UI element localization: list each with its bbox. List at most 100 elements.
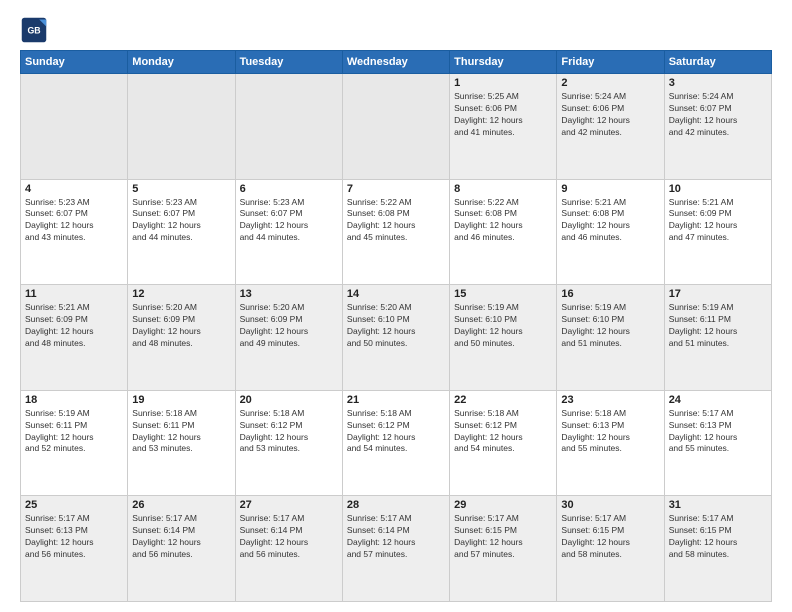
day-info: Sunrise: 5:18 AM Sunset: 6:12 PM Dayligh…	[454, 408, 552, 456]
calendar-cell: 21Sunrise: 5:18 AM Sunset: 6:12 PM Dayli…	[342, 390, 449, 496]
calendar-table: SundayMondayTuesdayWednesdayThursdayFrid…	[20, 50, 772, 602]
calendar-cell: 26 Sunrise: 5:17 AM Sunset: 6:14 PM Dayli…	[128, 496, 235, 602]
calendar-cell: 27 Sunrise: 5:17 AM Sunset: 6:14 PM Dayli…	[235, 496, 342, 602]
day-info: Sunrise: 5:17 AM Sunset: 6:15 PM Dayligh…	[669, 513, 767, 561]
day-info: Sunrise: 5:20 AM Sunset: 6:09 PM Dayligh…	[240, 302, 338, 350]
day-number: 24	[669, 394, 767, 406]
day-info: Sunrise: 5:23 AM Sunset: 6:07 PM Dayligh…	[25, 197, 123, 245]
day-info: Sunrise: 5:18 AM Sunset: 6:12 PM Dayligh…	[240, 408, 338, 456]
weekday-header-saturday: Saturday	[664, 51, 771, 74]
day-number: 12	[132, 288, 230, 300]
day-number: 1	[454, 77, 552, 89]
calendar-week-row: 1 Sunrise: 5:25 AM Sunset: 6:06 PM Daylig…	[21, 74, 772, 180]
day-info: Sunrise: 5:24 AM Sunset: 6:06 PM Dayligh…	[561, 91, 659, 139]
day-info: Sunrise: 5:22 AM Sunset: 6:08 PM Dayligh…	[347, 197, 445, 245]
day-info: Sunrise: 5:19 AM Sunset: 6:11 PM Dayligh…	[669, 302, 767, 350]
header: GB	[20, 16, 772, 44]
day-info: Sunrise: 5:17 AM Sunset: 6:14 PM Dayligh…	[240, 513, 338, 561]
day-info: Sunrise: 5:19 AM Sunset: 6:11 PM Dayligh…	[25, 408, 123, 456]
day-number: 26	[132, 499, 230, 511]
day-info: Sunrise: 5:17 AM Sunset: 6:13 PM Dayligh…	[669, 408, 767, 456]
day-number: 31	[669, 499, 767, 511]
day-info: Sunrise: 5:21 AM Sunset: 6:08 PM Dayligh…	[561, 197, 659, 245]
day-number: 18	[25, 394, 123, 406]
day-info: Sunrise: 5:20 AM Sunset: 6:10 PM Dayligh…	[347, 302, 445, 350]
day-number: 5	[132, 183, 230, 195]
day-number: 28	[347, 499, 445, 511]
weekday-header-sunday: Sunday	[21, 51, 128, 74]
calendar-cell: 8Sunrise: 5:22 AM Sunset: 6:08 PM Daylig…	[450, 179, 557, 285]
day-info: Sunrise: 5:18 AM Sunset: 6:11 PM Dayligh…	[132, 408, 230, 456]
calendar-cell: 14 Sunrise: 5:20 AM Sunset: 6:10 PM Dayli…	[342, 285, 449, 391]
day-number: 17	[669, 288, 767, 300]
calendar-cell: 20Sunrise: 5:18 AM Sunset: 6:12 PM Dayli…	[235, 390, 342, 496]
day-info: Sunrise: 5:17 AM Sunset: 6:13 PM Dayligh…	[25, 513, 123, 561]
day-info: Sunrise: 5:25 AM Sunset: 6:06 PM Dayligh…	[454, 91, 552, 139]
calendar-cell: 3 Sunrise: 5:24 AM Sunset: 6:07 PM Daylig…	[664, 74, 771, 180]
day-number: 30	[561, 499, 659, 511]
day-number: 9	[561, 183, 659, 195]
day-number: 21	[347, 394, 445, 406]
calendar-cell: 7 Sunrise: 5:22 AM Sunset: 6:08 PM Daylig…	[342, 179, 449, 285]
calendar-cell: 29 Sunrise: 5:17 AM Sunset: 6:15 PM Dayli…	[450, 496, 557, 602]
day-info: Sunrise: 5:23 AM Sunset: 6:07 PM Dayligh…	[240, 197, 338, 245]
calendar-cell: 11Sunrise: 5:21 AM Sunset: 6:09 PM Dayli…	[21, 285, 128, 391]
weekday-header-tuesday: Tuesday	[235, 51, 342, 74]
day-number: 2	[561, 77, 659, 89]
day-info: Sunrise: 5:20 AM Sunset: 6:09 PM Dayligh…	[132, 302, 230, 350]
calendar-cell: 19 Sunrise: 5:18 AM Sunset: 6:11 PM Dayli…	[128, 390, 235, 496]
calendar-cell	[128, 74, 235, 180]
calendar-week-row: 25 Sunrise: 5:17 AM Sunset: 6:13 PM Dayli…	[21, 496, 772, 602]
svg-text:GB: GB	[27, 26, 40, 36]
calendar-week-row: 11Sunrise: 5:21 AM Sunset: 6:09 PM Dayli…	[21, 285, 772, 391]
calendar-cell: 22Sunrise: 5:18 AM Sunset: 6:12 PM Dayli…	[450, 390, 557, 496]
calendar-cell: 30 Sunrise: 5:17 AM Sunset: 6:15 PM Dayli…	[557, 496, 664, 602]
day-info: Sunrise: 5:18 AM Sunset: 6:13 PM Dayligh…	[561, 408, 659, 456]
day-info: Sunrise: 5:17 AM Sunset: 6:15 PM Dayligh…	[561, 513, 659, 561]
day-info: Sunrise: 5:23 AM Sunset: 6:07 PM Dayligh…	[132, 197, 230, 245]
calendar-cell: 1 Sunrise: 5:25 AM Sunset: 6:06 PM Daylig…	[450, 74, 557, 180]
calendar-cell: 4 Sunrise: 5:23 AM Sunset: 6:07 PM Daylig…	[21, 179, 128, 285]
calendar-cell: 24 Sunrise: 5:17 AM Sunset: 6:13 PM Dayli…	[664, 390, 771, 496]
calendar-week-row: 4 Sunrise: 5:23 AM Sunset: 6:07 PM Daylig…	[21, 179, 772, 285]
day-number: 15	[454, 288, 552, 300]
calendar-cell: 12 Sunrise: 5:20 AM Sunset: 6:09 PM Dayli…	[128, 285, 235, 391]
calendar-cell	[235, 74, 342, 180]
day-number: 4	[25, 183, 123, 195]
day-info: Sunrise: 5:19 AM Sunset: 6:10 PM Dayligh…	[454, 302, 552, 350]
day-number: 29	[454, 499, 552, 511]
calendar-cell	[21, 74, 128, 180]
calendar-cell: 15 Sunrise: 5:19 AM Sunset: 6:10 PM Dayli…	[450, 285, 557, 391]
weekday-header-monday: Monday	[128, 51, 235, 74]
day-number: 19	[132, 394, 230, 406]
calendar-cell: 28 Sunrise: 5:17 AM Sunset: 6:14 PM Dayli…	[342, 496, 449, 602]
calendar-cell: 5 Sunrise: 5:23 AM Sunset: 6:07 PM Daylig…	[128, 179, 235, 285]
calendar-cell: 25 Sunrise: 5:17 AM Sunset: 6:13 PM Dayli…	[21, 496, 128, 602]
day-info: Sunrise: 5:17 AM Sunset: 6:14 PM Dayligh…	[347, 513, 445, 561]
page: GB SundayMondayTuesdayWednesdayThursdayF…	[0, 0, 792, 612]
calendar-cell: 23Sunrise: 5:18 AM Sunset: 6:13 PM Dayli…	[557, 390, 664, 496]
day-info: Sunrise: 5:17 AM Sunset: 6:14 PM Dayligh…	[132, 513, 230, 561]
day-number: 10	[669, 183, 767, 195]
logo: GB	[20, 16, 52, 44]
day-info: Sunrise: 5:21 AM Sunset: 6:09 PM Dayligh…	[669, 197, 767, 245]
day-number: 25	[25, 499, 123, 511]
day-number: 27	[240, 499, 338, 511]
logo-icon: GB	[20, 16, 48, 44]
calendar-cell	[342, 74, 449, 180]
day-number: 7	[347, 183, 445, 195]
day-number: 14	[347, 288, 445, 300]
weekday-header-wednesday: Wednesday	[342, 51, 449, 74]
day-number: 3	[669, 77, 767, 89]
calendar-cell: 17 Sunrise: 5:19 AM Sunset: 6:11 PM Dayli…	[664, 285, 771, 391]
calendar-cell: 10 Sunrise: 5:21 AM Sunset: 6:09 PM Dayli…	[664, 179, 771, 285]
day-info: Sunrise: 5:17 AM Sunset: 6:15 PM Dayligh…	[454, 513, 552, 561]
day-number: 6	[240, 183, 338, 195]
calendar-cell: 13Sunrise: 5:20 AM Sunset: 6:09 PM Dayli…	[235, 285, 342, 391]
day-info: Sunrise: 5:21 AM Sunset: 6:09 PM Dayligh…	[25, 302, 123, 350]
weekday-header-thursday: Thursday	[450, 51, 557, 74]
day-number: 16	[561, 288, 659, 300]
calendar-cell: 16 Sunrise: 5:19 AM Sunset: 6:10 PM Dayli…	[557, 285, 664, 391]
day-info: Sunrise: 5:24 AM Sunset: 6:07 PM Dayligh…	[669, 91, 767, 139]
day-info: Sunrise: 5:19 AM Sunset: 6:10 PM Dayligh…	[561, 302, 659, 350]
